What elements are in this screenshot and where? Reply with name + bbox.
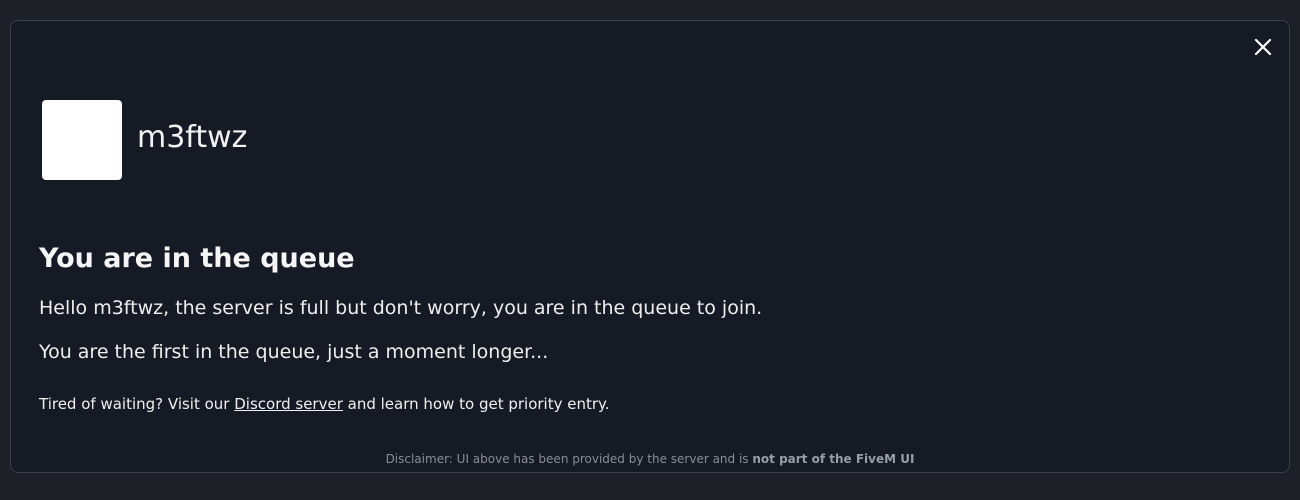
- queue-title: You are in the queue: [39, 243, 355, 274]
- queue-message-position: You are the first in the queue, just a m…: [39, 341, 549, 363]
- server-logo: [42, 100, 122, 180]
- priority-tip-suffix: and learn how to get priority entry.: [342, 395, 610, 413]
- close-icon: [1254, 38, 1272, 56]
- disclaimer: Disclaimer: UI above has been provided b…: [11, 450, 1289, 468]
- discord-server-link[interactable]: Discord server: [234, 395, 343, 413]
- server-name: m3ftwz: [137, 120, 248, 155]
- disclaimer-text: Disclaimer: UI above has been provided b…: [385, 452, 753, 466]
- queue-dialog: m3ftwz You are in the queue Hello m3ftwz…: [10, 20, 1290, 473]
- priority-tip-prefix: Tired of waiting? Visit our: [39, 395, 235, 413]
- close-button[interactable]: [1251, 35, 1275, 59]
- queue-message-greeting: Hello m3ftwz, the server is full but don…: [39, 297, 763, 319]
- disclaimer-emphasis: not part of the FiveM UI: [752, 452, 915, 466]
- priority-tip: Tired of waiting? Visit our Discord serv…: [39, 393, 610, 415]
